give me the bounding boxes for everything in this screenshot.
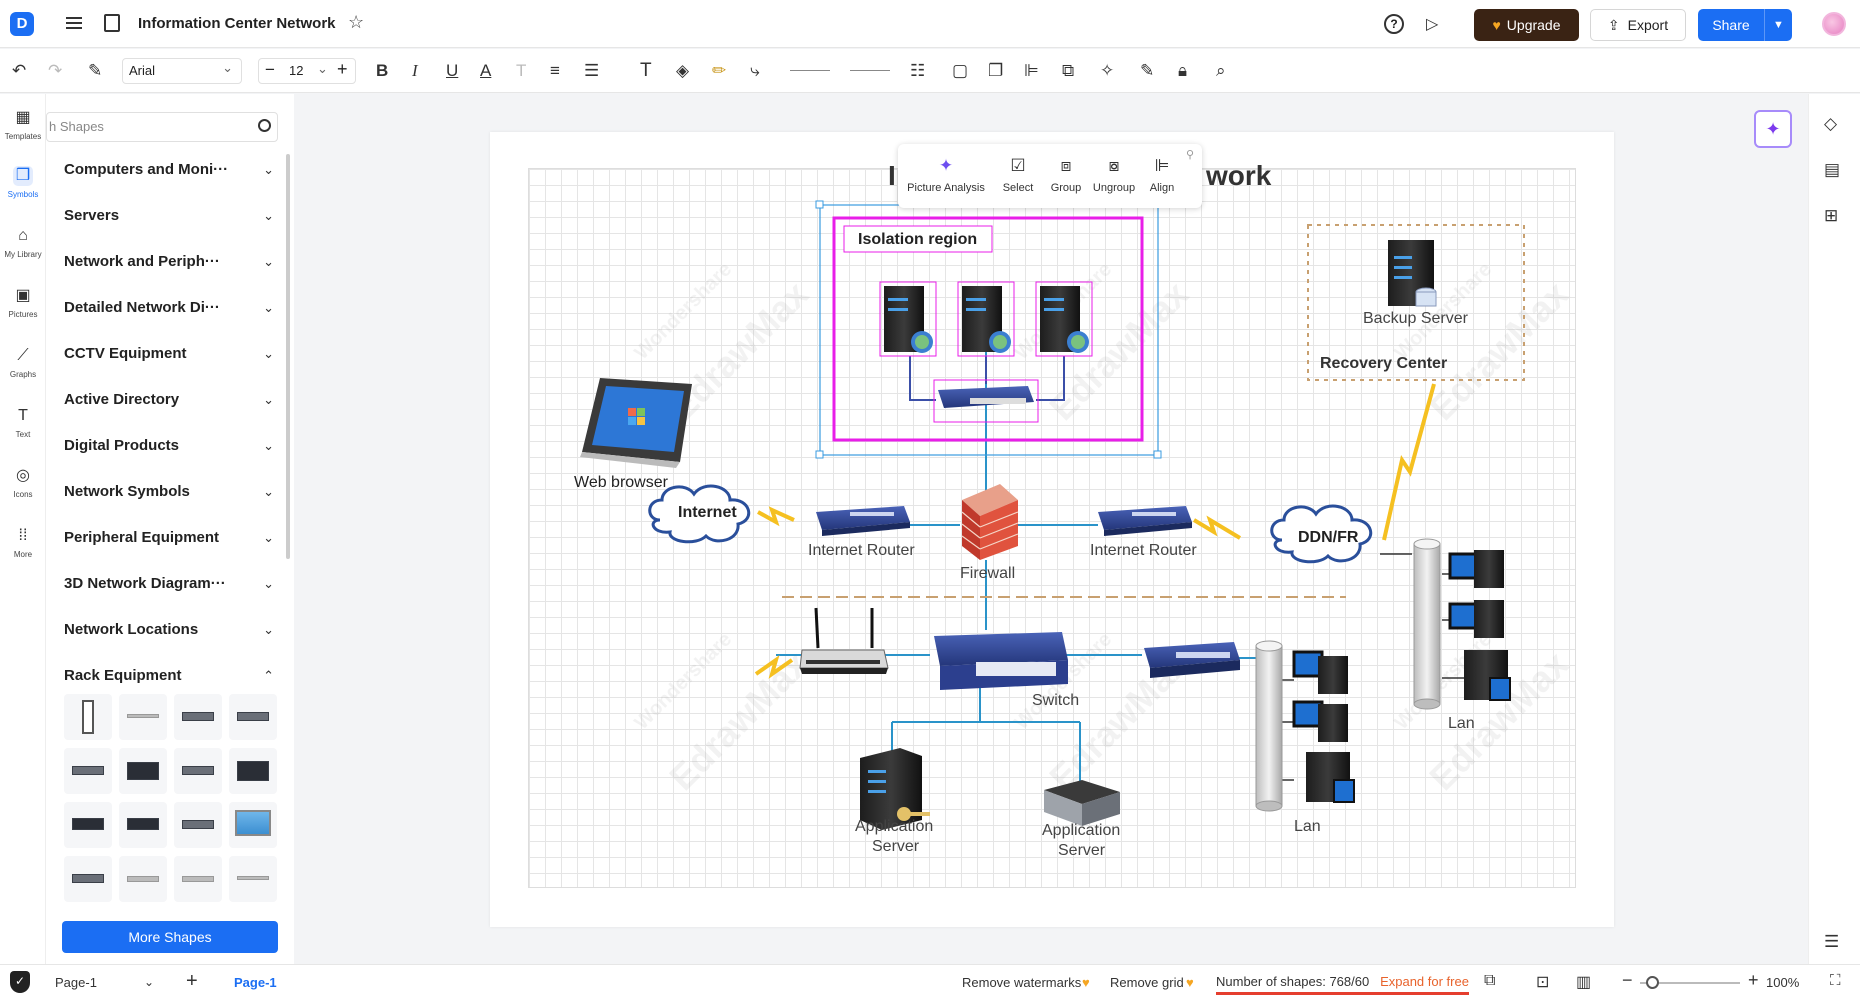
lan-switch-icon[interactable] xyxy=(1144,642,1240,678)
ungroup-icon: ⧇ xyxy=(1108,156,1120,175)
remove-watermarks-button[interactable]: Remove watermarks xyxy=(962,975,1081,990)
workstation-icon[interactable] xyxy=(1448,550,1504,588)
recovery-center-label[interactable]: Recovery Center xyxy=(1320,355,1447,373)
layout-grid-icon[interactable]: ⊞ xyxy=(1824,206,1838,226)
align-button[interactable]: ⊫ Align xyxy=(1144,156,1180,194)
router-icon[interactable] xyxy=(1098,506,1192,536)
wireless-router-icon[interactable] xyxy=(799,607,889,674)
lightning-icon xyxy=(1192,515,1242,540)
switch-label[interactable]: Switch xyxy=(1032,692,1079,710)
shape-count-indicator[interactable]: Number of shapes: 768/60 Expand for free xyxy=(1216,974,1469,995)
application-server-label[interactable]: Server xyxy=(872,838,919,856)
web-browser-label[interactable]: Web browser xyxy=(574,474,668,492)
group-icon: ⧈ xyxy=(1060,156,1072,175)
selection-handle[interactable] xyxy=(815,200,824,209)
isolation-server-icon[interactable] xyxy=(957,281,1015,357)
backup-server-label[interactable]: Backup Server xyxy=(1363,310,1468,328)
application-server-label[interactable]: Application xyxy=(855,818,933,836)
internet-router-label[interactable]: Internet Router xyxy=(808,542,915,560)
fit-page-icon[interactable]: ⊡ xyxy=(1536,972,1549,992)
lightning-icon xyxy=(757,506,795,527)
lan-label[interactable]: Lan xyxy=(1448,715,1475,733)
layers-icon[interactable]: ⧉ xyxy=(1484,972,1495,990)
backup-server-icon[interactable] xyxy=(1388,240,1437,307)
security-shield-icon[interactable]: ✓ xyxy=(10,971,30,993)
workstation-icon[interactable] xyxy=(1306,752,1355,803)
lightning-icon xyxy=(754,655,794,679)
diagram-title-right[interactable]: work xyxy=(1206,160,1271,192)
router-icon[interactable] xyxy=(816,506,910,536)
firewall-label[interactable]: Firewall xyxy=(960,565,1015,583)
add-page-icon[interactable]: + xyxy=(186,970,198,993)
zoom-level[interactable]: 100% xyxy=(1766,975,1799,990)
isolation-server-icon[interactable] xyxy=(879,281,937,357)
group-button[interactable]: ⧈ Group xyxy=(1044,156,1088,194)
select-button[interactable]: ☑ Select xyxy=(996,156,1040,194)
expand-for-free-link[interactable]: Expand for free xyxy=(1380,974,1469,989)
workstation-icon[interactable] xyxy=(1292,700,1348,742)
crown-icon: ♥ xyxy=(1082,975,1090,990)
outline-icon[interactable]: ☰ xyxy=(1824,932,1839,952)
lan-backbone-icon[interactable] xyxy=(1413,538,1441,710)
workstation-icon[interactable] xyxy=(1464,650,1511,701)
internet-router-label[interactable]: Internet Router xyxy=(1090,542,1197,560)
application-server-label[interactable]: Application xyxy=(1042,822,1120,840)
sparkle-icon: ✦ xyxy=(938,156,954,175)
workstation-icon[interactable] xyxy=(1448,600,1504,638)
page-settings-icon[interactable]: ▤ xyxy=(1824,160,1840,180)
map-icon[interactable]: ▥ xyxy=(1576,972,1591,992)
isolation-region-label[interactable]: Isolation region xyxy=(858,231,977,249)
selection-handle[interactable] xyxy=(815,450,824,459)
bottom-bar: ✓ Page-1 ⌄ + Page-1 Remove watermarks ♥ … xyxy=(0,964,1860,999)
zoom-out-icon[interactable]: − xyxy=(1622,970,1633,991)
lan-label[interactable]: Lan xyxy=(1294,818,1321,836)
ai-assistant-button[interactable]: ✦ xyxy=(1754,110,1792,148)
remove-grid-button[interactable]: Remove grid xyxy=(1110,975,1184,990)
isolation-server-icon[interactable] xyxy=(1035,281,1093,357)
ddn-label[interactable]: DDN/FR xyxy=(1298,529,1358,547)
firewall-icon[interactable] xyxy=(961,484,1019,560)
ungroup-button[interactable]: ⧇ Ungroup xyxy=(1088,156,1140,194)
fullscreen-icon[interactable]: ⛶ xyxy=(1830,972,1841,989)
application-server-icon[interactable] xyxy=(1044,780,1120,826)
internet-label[interactable]: Internet xyxy=(678,504,737,522)
lan-backbone-icon[interactable] xyxy=(1255,640,1283,812)
crown-icon: ♥ xyxy=(1186,975,1194,990)
selection-handle[interactable] xyxy=(1153,450,1162,459)
page-tab[interactable]: Page-1 xyxy=(234,975,277,990)
connection-lines xyxy=(776,342,1256,782)
style-panel-icon[interactable]: ◇ xyxy=(1824,114,1837,134)
select-icon: ☑ xyxy=(1010,156,1026,175)
picture-analysis-button[interactable]: ✦ Picture Analysis xyxy=(906,156,986,194)
zoom-slider-handle[interactable] xyxy=(1646,976,1659,989)
zoom-in-icon[interactable]: + xyxy=(1748,970,1759,991)
application-server-label[interactable]: Server xyxy=(1058,842,1105,860)
lightning-icon xyxy=(1382,383,1436,541)
tablet-icon[interactable] xyxy=(580,378,692,468)
chevron-down-icon[interactable]: ⌄ xyxy=(144,975,154,989)
diagram-title-left[interactable]: I xyxy=(888,160,896,192)
align-left-icon: ⊫ xyxy=(1154,156,1170,175)
workstation-icon[interactable] xyxy=(1292,650,1348,694)
main-switch-icon[interactable] xyxy=(934,632,1068,690)
pin-icon[interactable]: ⚲ xyxy=(1186,148,1194,161)
selection-toolbar: ✦ Picture Analysis ☑ Select ⧈ Group ⧇ Un… xyxy=(898,144,1202,208)
page-selector[interactable]: Page-1 xyxy=(55,975,97,990)
